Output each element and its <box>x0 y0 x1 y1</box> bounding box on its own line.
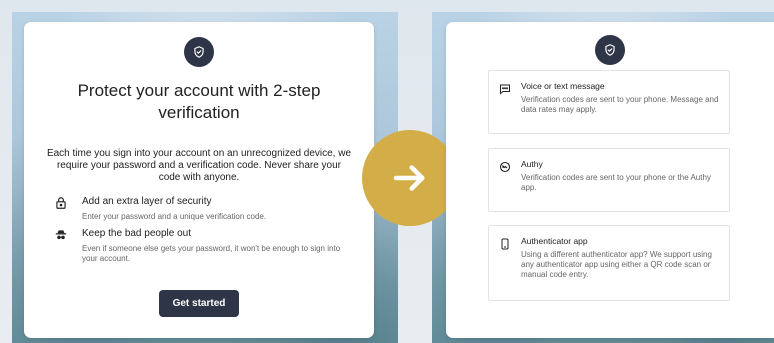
lock-icon <box>56 197 66 209</box>
feature-heading: Add an extra layer of security <box>82 196 212 207</box>
option-heading: Authenticator app <box>521 236 588 246</box>
option-heading: Authy <box>521 159 543 169</box>
get-started-button[interactable]: Get started <box>159 290 239 317</box>
shield-icon <box>184 37 214 67</box>
option-description: Using a different authenticator app? We … <box>521 250 712 279</box>
shield-icon <box>595 35 625 65</box>
phone-icon <box>501 238 509 250</box>
option-heading: Voice or text message <box>521 81 605 91</box>
intro-card: Protect your account with 2-step verific… <box>24 22 374 338</box>
authy-icon <box>499 161 511 173</box>
feature-heading: Keep the bad people out <box>82 228 191 239</box>
feature-description: Enter your password and a unique verific… <box>82 212 267 221</box>
message-icon <box>500 84 510 95</box>
intro-text: Each time you sign into your account on … <box>46 148 352 183</box>
spy-icon <box>55 230 67 240</box>
option-voice-text[interactable]: Voice or text message Verification codes… <box>488 70 730 134</box>
option-description: Verification codes are sent to your phon… <box>521 173 711 192</box>
page-title: Protect your account with 2-step verific… <box>77 81 321 122</box>
arrow-right-icon <box>362 130 458 226</box>
option-authenticator-app[interactable]: Authenticator app Using a different auth… <box>488 225 730 301</box>
feature-description: Even if someone else gets your password,… <box>82 244 341 263</box>
option-authy[interactable]: Authy Verification codes are sent to you… <box>488 148 730 212</box>
method-selection-card: Voice or text message Verification codes… <box>446 22 774 338</box>
option-description: Verification codes are sent to your phon… <box>521 95 719 114</box>
